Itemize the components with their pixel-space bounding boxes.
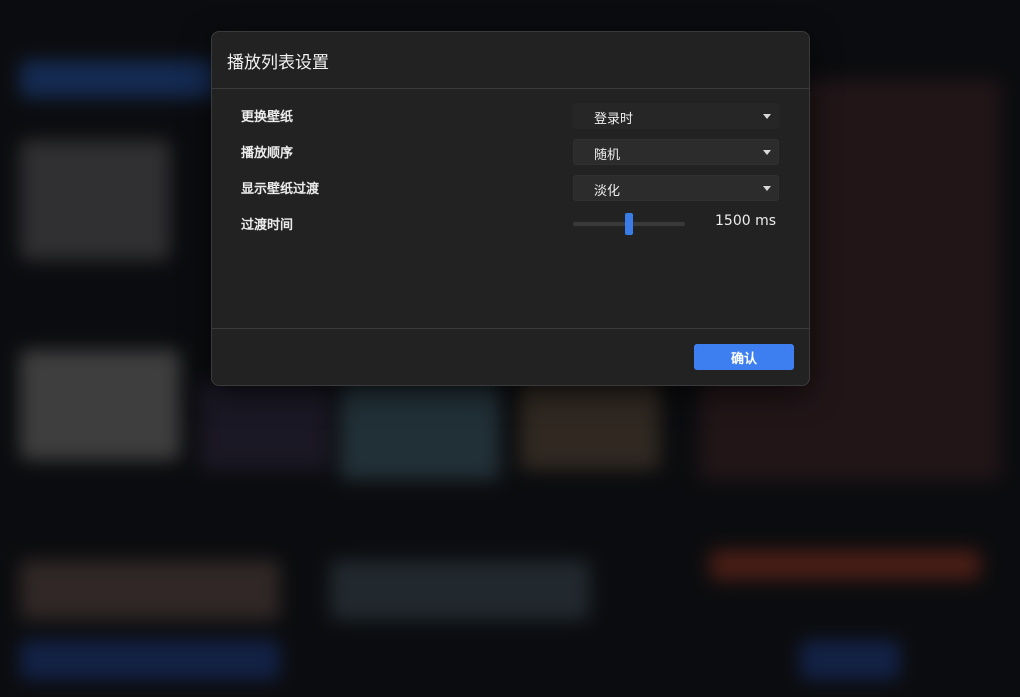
- dialog-title: 播放列表设置: [227, 53, 329, 73]
- change-wallpaper-label: 更换壁纸: [241, 110, 294, 125]
- chevron-down-icon: [763, 186, 771, 191]
- play-order-label: 播放顺序: [241, 146, 294, 161]
- playlist-settings-dialog: 播放列表设置 更换壁纸 登录时 播放顺序 随机 显示壁纸过渡 淡化 过渡时间 1…: [211, 31, 810, 386]
- change-wallpaper-select[interactable]: 登录时: [573, 103, 779, 129]
- slider-thumb[interactable]: [625, 213, 633, 235]
- divider: [212, 328, 809, 329]
- transition-time-label: 过渡时间: [241, 218, 294, 233]
- chevron-down-icon: [763, 150, 771, 155]
- select-value: 登录时: [594, 112, 634, 127]
- select-value: 随机: [594, 148, 621, 163]
- play-order-select[interactable]: 随机: [573, 139, 779, 165]
- transition-time-slider[interactable]: [573, 213, 685, 235]
- wallpaper-transition-label: 显示壁纸过渡: [241, 182, 320, 197]
- divider: [212, 88, 809, 89]
- select-value: 淡化: [594, 184, 621, 199]
- wallpaper-transition-select[interactable]: 淡化: [573, 175, 779, 201]
- chevron-down-icon: [763, 114, 771, 119]
- confirm-button[interactable]: 确认: [694, 344, 794, 370]
- transition-time-value: 1500 ms: [715, 213, 777, 229]
